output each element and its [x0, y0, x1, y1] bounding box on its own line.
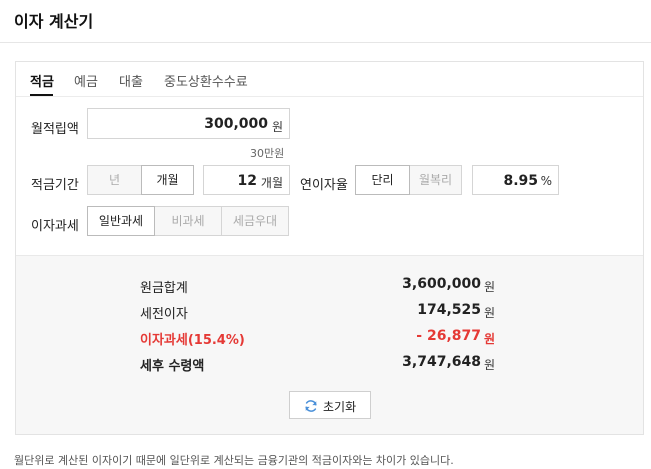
interest-rate-unit: %: [540, 174, 552, 188]
period-unit-year[interactable]: 년: [87, 165, 142, 195]
period-value-unit: 개월: [260, 176, 283, 190]
after-tax-amount-value: 3,747,648: [402, 354, 481, 370]
period-value-field[interactable]: 12 개월: [203, 165, 290, 195]
tax-exempt[interactable]: 비과세: [154, 206, 222, 236]
calculator-card: 적금 예금 대출 중도상환수수료 월적립액 300,000 원 30만원 적금기…: [15, 61, 644, 435]
monthly-deposit-label: 월적립액: [31, 122, 79, 137]
monthly-deposit-field[interactable]: 300,000 원: [87, 108, 290, 139]
period-label: 적금기간: [31, 178, 79, 193]
title-divider: [0, 42, 651, 43]
pretax-interest-unit: 원: [484, 306, 496, 320]
refresh-icon: [304, 398, 318, 412]
principal-total-unit: 원: [484, 280, 496, 294]
tab-deposit[interactable]: 예금: [74, 71, 98, 90]
result-panel: 원금합계 3,600,000 원 세전이자 174,525 원 이자과세(15.…: [16, 255, 643, 434]
tax-preferential[interactable]: 세금우대: [221, 206, 289, 236]
tax-type-label: 이자과세: [31, 219, 79, 234]
principal-total-label: 원금합계: [140, 281, 188, 296]
tab-bar: 적금 예금 대출 중도상환수수료: [16, 62, 643, 97]
pretax-interest-value: 174,525: [417, 302, 481, 318]
pretax-interest-label: 세전이자: [140, 307, 188, 322]
interest-tax-value: - 26,877: [416, 328, 481, 344]
tab-loan[interactable]: 대출: [119, 71, 143, 90]
interest-rate-field[interactable]: 8.95 %: [472, 165, 559, 195]
tax-general[interactable]: 일반과세: [87, 206, 155, 236]
footnote: 월단위로 계산된 이자이기 때문에 일단위로 계산되는 금융기관의 적금이자와는…: [14, 454, 454, 467]
tab-savings[interactable]: 적금: [30, 71, 54, 90]
page-title: 이자 계산기: [14, 12, 94, 31]
reset-button-label: 초기화: [323, 400, 357, 414]
period-unit-month[interactable]: 개월: [141, 165, 194, 195]
tab-prepayment-fee[interactable]: 중도상환수수료: [164, 71, 248, 90]
monthly-deposit-unit: 원: [271, 120, 283, 134]
interest-tax-unit: 원: [484, 332, 496, 346]
principal-total-value: 3,600,000: [402, 276, 481, 292]
period-value: 12: [237, 173, 257, 189]
rate-type-simple[interactable]: 단리: [355, 165, 410, 195]
interest-rate-label: 연이자율: [300, 178, 348, 193]
after-tax-amount-label: 세후 수령액: [140, 359, 205, 374]
active-tab-indicator: [30, 94, 53, 96]
after-tax-amount-unit: 원: [484, 358, 496, 372]
interest-rate-value: 8.95: [503, 173, 538, 189]
interest-tax-label: 이자과세(15.4%): [140, 333, 245, 348]
reset-button[interactable]: 초기화: [289, 391, 371, 419]
monthly-deposit-hint: 30만원: [250, 147, 285, 160]
monthly-deposit-value: 300,000: [204, 116, 268, 132]
rate-type-compound[interactable]: 월복리: [409, 165, 462, 195]
